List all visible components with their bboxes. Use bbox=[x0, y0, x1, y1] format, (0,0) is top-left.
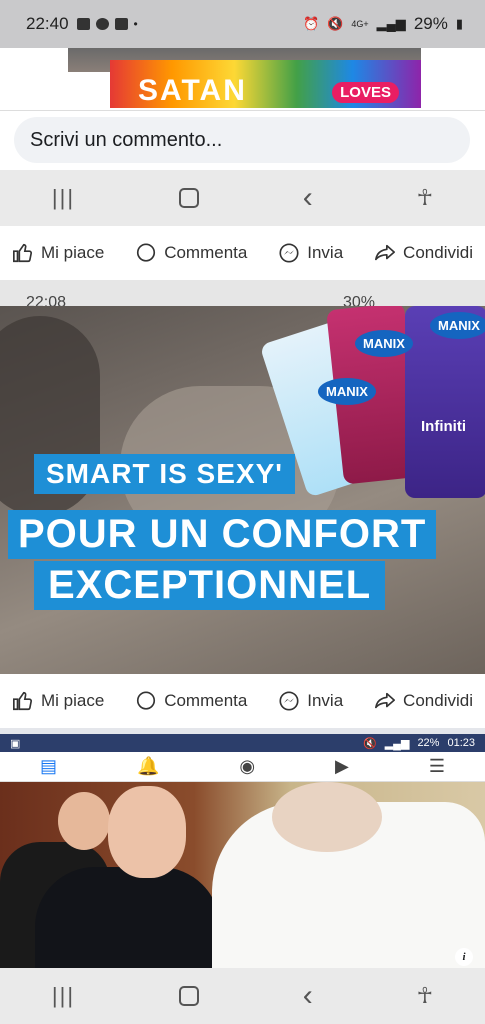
reaction-bar: Mi piace Commenta Invia Condividi bbox=[0, 226, 485, 280]
share-label: Condividi bbox=[403, 691, 473, 710]
like-button[interactable]: Mi piace bbox=[12, 690, 104, 712]
send-button[interactable]: Invia bbox=[278, 690, 343, 712]
brand-logo-2: MANIX bbox=[355, 330, 413, 357]
thumbs-up-icon bbox=[12, 690, 34, 712]
person-center-head bbox=[108, 786, 186, 878]
recent-apps-icon[interactable]: ||| bbox=[52, 185, 75, 211]
status-time: 22:40 bbox=[26, 14, 69, 33]
comment-button[interactable]: Commenta bbox=[135, 690, 247, 712]
notification-icons: • bbox=[76, 17, 138, 31]
ad-headline: SMART IS SEXY' bbox=[34, 454, 295, 494]
ad-line-2: POUR UN CONFORT bbox=[8, 510, 437, 559]
share-button[interactable]: Condividi bbox=[374, 242, 473, 264]
person-right-head bbox=[272, 782, 382, 852]
brand-logo: MANIX bbox=[318, 378, 376, 405]
share-label: Condividi bbox=[403, 243, 473, 262]
share-arrow-icon bbox=[374, 242, 396, 264]
alarm-icon: ⏰ bbox=[302, 16, 320, 31]
battery-level: 29% bbox=[413, 14, 448, 33]
system-icons: ⏰ 🔇 4G+ ▂▄▆ 29% ▮ bbox=[303, 14, 463, 34]
system-nav-bar-2: ||| ‹ ☥ bbox=[0, 968, 485, 1024]
status-time-3: 01:23 bbox=[447, 736, 475, 749]
banner-text-right: LOVES bbox=[332, 82, 399, 103]
tab-video-icon[interactable]: ▶ bbox=[335, 756, 349, 777]
brand-logo-3: MANIX bbox=[430, 312, 485, 339]
thumbs-up-icon bbox=[12, 242, 34, 264]
comment-label: Commenta bbox=[164, 243, 248, 262]
speech-bubble-icon bbox=[135, 242, 157, 264]
mute-icon: 🔇 bbox=[327, 16, 344, 31]
status-time-2: 22:08 bbox=[26, 294, 67, 306]
system-nav-bar: ||| ‹ ☥ bbox=[0, 170, 485, 226]
speech-bubble-icon bbox=[135, 690, 157, 712]
tab-notifications-icon[interactable]: 🔔 bbox=[137, 756, 159, 777]
messenger-icon bbox=[278, 242, 300, 264]
back-icon[interactable]: ‹ bbox=[303, 181, 313, 215]
app-tab-bar: ▤ 🔔 ◉ ▶ ☰ bbox=[0, 752, 485, 782]
product-name: Infiniti bbox=[421, 418, 466, 435]
status-bar-cropped: 22:08 30% bbox=[0, 280, 485, 306]
like-label: Mi piace bbox=[41, 243, 105, 262]
gallery-icon bbox=[76, 18, 90, 30]
comment-placeholder: Scrivi un commento... bbox=[30, 128, 223, 151]
battery-level-2: 30% bbox=[342, 294, 375, 306]
comment-input[interactable]: Scrivi un commento... bbox=[14, 117, 470, 163]
signal-icon: ▂▄▆ bbox=[376, 16, 406, 31]
comment-button[interactable]: Commenta bbox=[135, 242, 247, 264]
accessibility-icon[interactable]: ☥ bbox=[417, 983, 433, 1009]
facebook-icon bbox=[95, 18, 109, 30]
network-label: 4G+ bbox=[351, 19, 369, 29]
battery-level-3: 22% bbox=[417, 736, 440, 749]
pride-photo: SATAN LOVES bbox=[68, 48, 421, 108]
comment-label: Commenta bbox=[164, 691, 248, 710]
tab-feed-icon[interactable]: ▤ bbox=[40, 756, 57, 777]
ad-image: MANIX MANIX MANIX Infiniti SMART IS SEXY… bbox=[0, 306, 485, 674]
post-photo: i bbox=[0, 782, 485, 968]
person-left-head bbox=[58, 792, 110, 850]
person-center-body bbox=[35, 867, 220, 968]
message-icon bbox=[114, 18, 128, 30]
recent-apps-icon[interactable]: ||| bbox=[52, 983, 75, 1009]
like-label: Mi piace bbox=[41, 691, 105, 710]
post-image-banner: SATAN LOVES bbox=[0, 48, 485, 110]
home-icon[interactable] bbox=[178, 986, 199, 1006]
send-label: Invia bbox=[307, 691, 344, 710]
battery-icon: ▮ bbox=[455, 16, 463, 31]
comment-row: Scrivi un commento... bbox=[0, 110, 485, 170]
gallery-icon-3: ▣ bbox=[10, 737, 21, 750]
tab-menu-icon[interactable]: ☰ bbox=[429, 756, 445, 777]
info-icon[interactable]: i bbox=[455, 948, 473, 966]
reaction-bar-2: Mi piace Commenta Invia Condividi bbox=[0, 674, 485, 728]
back-icon[interactable]: ‹ bbox=[303, 979, 313, 1013]
tab-profile-icon[interactable]: ◉ bbox=[239, 756, 255, 777]
more-dot-icon: • bbox=[133, 17, 138, 31]
home-icon[interactable] bbox=[178, 188, 199, 208]
like-button[interactable]: Mi piace bbox=[12, 242, 104, 264]
status-bar: 22:40 • ⏰ 🔇 4G+ ▂▄▆ 29% ▮ bbox=[0, 0, 485, 48]
mute-icon-3: 🔇 bbox=[363, 737, 377, 750]
messenger-icon bbox=[278, 690, 300, 712]
ad-line-3: EXCEPTIONNEL bbox=[34, 561, 386, 610]
status-bar-3: ▣ 🔇 ▂▄▆ 22% 01:23 bbox=[0, 734, 485, 752]
send-label: Invia bbox=[307, 243, 344, 262]
share-button[interactable]: Condividi bbox=[374, 690, 473, 712]
accessibility-icon[interactable]: ☥ bbox=[417, 185, 433, 211]
send-button[interactable]: Invia bbox=[278, 242, 343, 264]
signal-icon-3: ▂▄▆ bbox=[384, 737, 410, 750]
share-arrow-icon bbox=[374, 690, 396, 712]
banner-text-left: SATAN bbox=[138, 74, 247, 107]
